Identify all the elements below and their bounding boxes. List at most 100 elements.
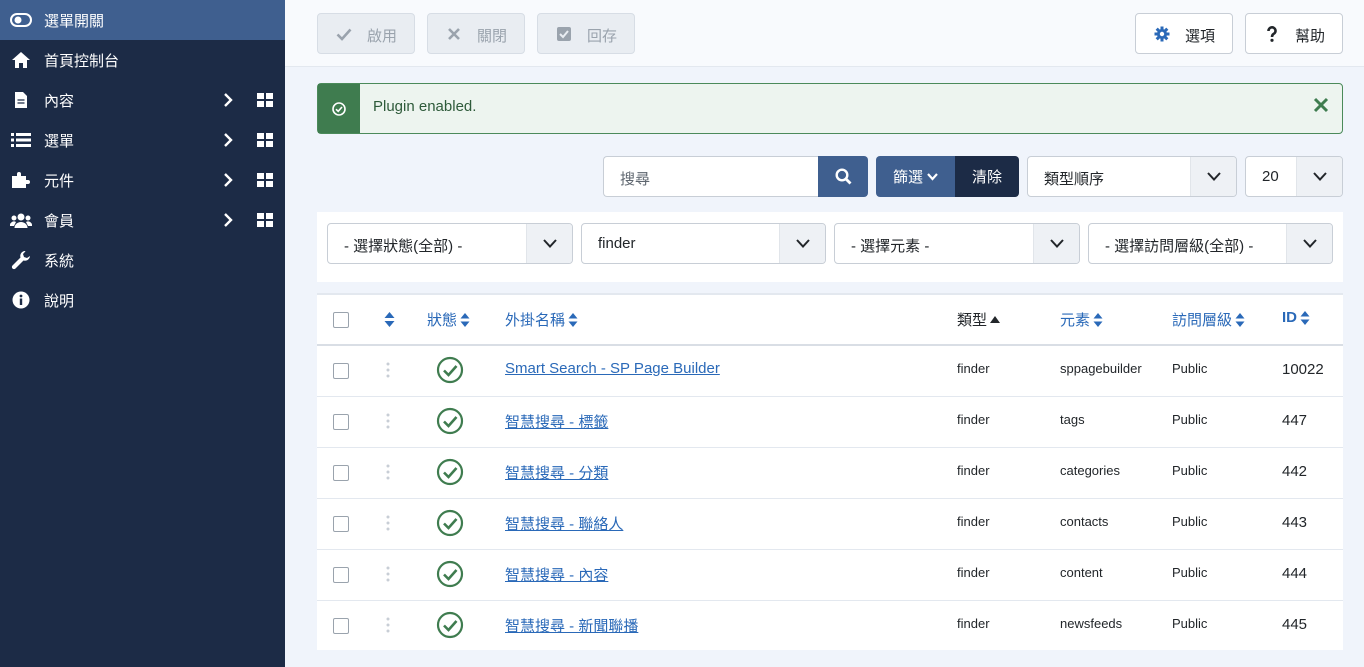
chevron-right-icon[interactable] <box>221 213 235 227</box>
plugin-name-link[interactable]: 智慧搜尋 - 分類 <box>505 462 608 483</box>
filter-options-label: 篩選 <box>893 169 924 186</box>
access-column-header[interactable]: 訪問層級 <box>1172 309 1245 330</box>
select-arrow <box>1033 224 1079 263</box>
select-arrow <box>1286 224 1332 263</box>
sort-icon[interactable] <box>384 312 395 327</box>
enable-label: 啟用 <box>367 28 398 45</box>
gear-icon <box>1154 26 1170 42</box>
select-all-checkbox[interactable] <box>333 312 349 328</box>
type-cell: finder <box>957 412 990 427</box>
sidebar-item-label: 元件 <box>44 172 75 190</box>
clear-button[interactable]: 清除 <box>955 156 1019 197</box>
dashboard-grid-icon[interactable] <box>257 213 273 227</box>
enabled-status-icon[interactable] <box>436 611 464 639</box>
drag-handle-icon[interactable] <box>386 566 390 582</box>
chevron-right-icon[interactable] <box>221 173 235 187</box>
row-checkbox[interactable] <box>333 414 349 430</box>
disable-button[interactable]: 關閉 <box>427 13 525 54</box>
plugin-name-link[interactable]: 智慧搜尋 - 聯絡人 <box>505 513 623 534</box>
chevron-right-icon[interactable] <box>221 133 235 147</box>
row-checkbox[interactable] <box>333 363 349 379</box>
row-checkbox[interactable] <box>333 516 349 532</box>
element-cell: tags <box>1060 412 1085 427</box>
close-icon[interactable] <box>1312 96 1330 114</box>
sort-icon <box>1093 312 1103 327</box>
type-column-header[interactable]: 類型 <box>957 309 1001 330</box>
alert-message: Plugin enabled. <box>373 98 477 115</box>
id-column-header[interactable]: ID <box>1282 309 1310 326</box>
drag-handle-icon[interactable] <box>386 362 390 378</box>
table-row: Smart Search - SP Page Builder finder sp… <box>317 346 1343 397</box>
search-button[interactable] <box>818 156 868 197</box>
users-icon <box>10 210 32 230</box>
sidebar-item-menus[interactable]: 選單 <box>0 120 285 160</box>
sidebar-item-toggle-menu[interactable]: 選單開關 <box>0 0 285 40</box>
drag-handle-icon[interactable] <box>386 464 390 480</box>
plugin-name-link[interactable]: 智慧搜尋 - 標籤 <box>505 411 608 432</box>
dashboard-grid-icon[interactable] <box>257 133 273 147</box>
access-cell: Public <box>1172 412 1208 427</box>
search-input[interactable]: 搜尋 <box>603 156 819 197</box>
question-icon <box>1267 26 1277 42</box>
sidebar-item-dashboard[interactable]: 首頁控制台 <box>0 40 285 80</box>
info-icon <box>10 290 32 310</box>
filter-options-button[interactable]: 篩選 <box>876 156 956 197</box>
enabled-status-icon[interactable] <box>436 356 464 384</box>
plugin-name-link[interactable]: Smart Search - SP Page Builder <box>505 360 720 377</box>
status-column-header[interactable]: 狀態 <box>427 309 470 330</box>
check-circle-icon <box>332 101 346 116</box>
ordering-select[interactable]: 類型順序 <box>1027 156 1237 197</box>
table-row: 智慧搜尋 - 內容 finder content Public 444 <box>317 550 1343 601</box>
row-checkbox[interactable] <box>333 618 349 634</box>
id-cell: 447 <box>1282 412 1308 429</box>
chevron-down-icon <box>1312 172 1327 181</box>
element-column-header[interactable]: 元素 <box>1060 309 1103 330</box>
sidebar-item-system[interactable]: 系統 <box>0 240 285 280</box>
name-column-header[interactable]: 外掛名稱 <box>505 309 578 330</box>
drag-handle-icon[interactable] <box>386 413 390 429</box>
checkin-button[interactable]: 回存 <box>537 13 635 54</box>
chevron-right-icon[interactable] <box>221 93 235 107</box>
file-icon <box>10 90 32 110</box>
access-cell: Public <box>1172 463 1208 478</box>
element-filter-select[interactable]: - 選擇元素 - <box>834 223 1080 264</box>
dashboard-grid-icon[interactable] <box>257 93 273 107</box>
folder-filter-select[interactable]: finder <box>581 223 826 264</box>
row-checkbox[interactable] <box>333 567 349 583</box>
sidebar-item-label: 系統 <box>44 252 75 270</box>
toggle-icon <box>10 10 32 30</box>
checkbox-icon <box>557 27 571 41</box>
enabled-status-icon[interactable] <box>436 458 464 486</box>
access-filter-select[interactable]: - 選擇訪問層級(全部) - <box>1088 223 1333 264</box>
options-button[interactable]: 選項 <box>1135 13 1233 54</box>
enabled-status-icon[interactable] <box>436 560 464 588</box>
table-header: 狀態 外掛名稱 類型 元素 訪問層級 ID <box>317 295 1343 346</box>
sidebar-item-label: 首頁控制台 <box>44 52 120 70</box>
plugin-name-link[interactable]: 智慧搜尋 - 新聞聯播 <box>505 615 638 636</box>
state-filter-select[interactable]: - 選擇狀態(全部) - <box>327 223 573 264</box>
sidebar-item-label: 選單 <box>44 132 75 150</box>
sidebar-item-content[interactable]: 內容 <box>0 80 285 120</box>
sidebar: 選單開關 首頁控制台 內容 選單 元件 會員 系統 說明 <box>0 0 285 667</box>
drag-handle-icon[interactable] <box>386 617 390 633</box>
sidebar-item-help[interactable]: 說明 <box>0 280 285 320</box>
enabled-status-icon[interactable] <box>436 509 464 537</box>
dashboard-grid-icon[interactable] <box>257 173 273 187</box>
enabled-status-icon[interactable] <box>436 407 464 435</box>
filter-panel: - 選擇狀態(全部) - finder - 選擇元素 - - 選擇訪問層級(全部… <box>317 212 1343 282</box>
sidebar-item-users[interactable]: 會員 <box>0 200 285 240</box>
access-cell: Public <box>1172 616 1208 631</box>
enable-button[interactable]: 啟用 <box>317 13 415 54</box>
state-filter-value: - 選擇狀態(全部) - <box>344 238 463 255</box>
sidebar-item-components[interactable]: 元件 <box>0 160 285 200</box>
element-cell: sppagebuilder <box>1060 361 1142 376</box>
list-limit-select[interactable]: 20 <box>1245 156 1343 197</box>
plugin-name-link[interactable]: 智慧搜尋 - 內容 <box>505 564 608 585</box>
type-cell: finder <box>957 565 990 580</box>
plugins-table: 狀態 外掛名稱 類型 元素 訪問層級 ID Smart Search - SP … <box>317 293 1343 650</box>
help-button[interactable]: 幫助 <box>1245 13 1343 54</box>
table-row: 智慧搜尋 - 標籤 finder tags Public 447 <box>317 397 1343 448</box>
drag-handle-icon[interactable] <box>386 515 390 531</box>
id-cell: 10022 <box>1282 361 1324 378</box>
row-checkbox[interactable] <box>333 465 349 481</box>
